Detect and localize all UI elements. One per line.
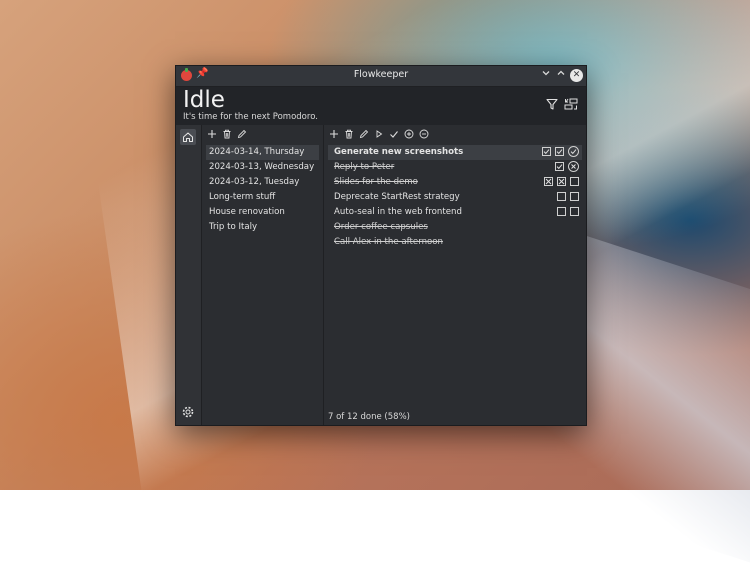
edit-backlog-icon[interactable]: [236, 129, 247, 140]
tasks-pane: Generate new screenshots Reply to Peter …: [324, 125, 586, 425]
empty-pomodoro-icon: [557, 207, 566, 216]
chevron-down-icon[interactable]: [539, 68, 553, 82]
task-label: Reply to Peter: [334, 162, 395, 172]
backlogs-pane: 2024-03-14, Thursday 2024-03-13, Wednesd…: [202, 125, 324, 425]
backlog-item[interactable]: 2024-03-13, Wednesday: [206, 160, 319, 175]
task-row[interactable]: Generate new screenshots: [328, 145, 582, 160]
remove-pomodoro-icon[interactable]: [418, 129, 429, 140]
task-row[interactable]: Slides for the demo: [328, 175, 582, 190]
filter-icon[interactable]: [545, 97, 559, 111]
home-icon[interactable]: [180, 129, 196, 145]
void-pomodoro-icon: [557, 177, 566, 186]
task-label: Auto-seal in the web frontend: [334, 207, 462, 217]
task-row[interactable]: Order coffee capsules: [328, 220, 582, 235]
circle-check-icon: [568, 146, 579, 157]
flowkeeper-window: 📌 Flowkeeper ✕ Idle It's time for the ne…: [175, 65, 587, 426]
pomodoro-marks: [557, 192, 579, 201]
task-row[interactable]: Auto-seal in the web frontend: [328, 205, 582, 220]
task-row[interactable]: Call Alex in the afternoon: [328, 235, 582, 250]
task-row[interactable]: Deprecate StartRest strategy: [328, 190, 582, 205]
empty-pomodoro-icon: [557, 192, 566, 201]
task-list: Generate new screenshots Reply to Peter …: [328, 145, 582, 250]
timer-state-subtitle: It's time for the next Pomodoro.: [183, 112, 318, 122]
task-label: Order coffee capsules: [334, 222, 428, 232]
connect-icon[interactable]: [564, 97, 578, 111]
status-text: 7 of 12 done (58%): [328, 412, 410, 422]
checked-pomodoro-icon: [555, 162, 564, 171]
header: Idle It's time for the next Pomodoro.: [176, 87, 586, 125]
delete-backlog-icon[interactable]: [221, 129, 232, 140]
pomodoro-marks: [542, 146, 579, 157]
backlogs-toolbar: [206, 127, 247, 141]
close-icon[interactable]: ✕: [570, 69, 583, 82]
timer-state-title: Idle: [183, 87, 225, 113]
add-task-icon[interactable]: [328, 129, 339, 140]
gear-icon[interactable]: [181, 405, 195, 419]
backlog-item[interactable]: Long-term stuff: [206, 190, 319, 205]
complete-icon[interactable]: [388, 129, 399, 140]
backlog-item[interactable]: House renovation: [206, 205, 319, 220]
titlebar[interactable]: 📌 Flowkeeper ✕: [176, 66, 586, 87]
edit-task-icon[interactable]: [358, 129, 369, 140]
add-pomodoro-icon[interactable]: [403, 129, 414, 140]
checked-pomodoro-icon: [555, 147, 564, 156]
pomodoro-marks: [557, 207, 579, 216]
chevron-up-icon[interactable]: [554, 68, 568, 82]
sidebar: [176, 125, 202, 425]
backlog-list: 2024-03-14, Thursday 2024-03-13, Wednesd…: [206, 145, 319, 235]
window-title: Flowkeeper: [353, 69, 409, 80]
empty-pomodoro-icon: [570, 192, 579, 201]
void-pomodoro-icon: [544, 177, 553, 186]
add-backlog-icon[interactable]: [206, 129, 217, 140]
task-label: Slides for the demo: [334, 177, 418, 187]
backlog-item[interactable]: 2024-03-12, Tuesday: [206, 175, 319, 190]
task-row[interactable]: Reply to Peter: [328, 160, 582, 175]
task-label: Call Alex in the afternoon: [334, 237, 443, 247]
tasks-toolbar: [328, 127, 429, 141]
task-label: Generate new screenshots: [334, 147, 464, 157]
start-icon[interactable]: [373, 129, 384, 140]
empty-pomodoro-icon: [570, 177, 579, 186]
empty-pomodoro-icon: [570, 207, 579, 216]
delete-task-icon[interactable]: [343, 129, 354, 140]
pomodoro-marks: [544, 177, 579, 186]
circle-x-icon: [568, 161, 579, 172]
backlog-item[interactable]: 2024-03-14, Thursday: [206, 145, 319, 160]
pomodoro-marks: [555, 161, 579, 172]
checked-pomodoro-icon: [542, 147, 551, 156]
backlog-item[interactable]: Trip to Italy: [206, 220, 319, 235]
task-label: Deprecate StartRest strategy: [334, 192, 460, 202]
